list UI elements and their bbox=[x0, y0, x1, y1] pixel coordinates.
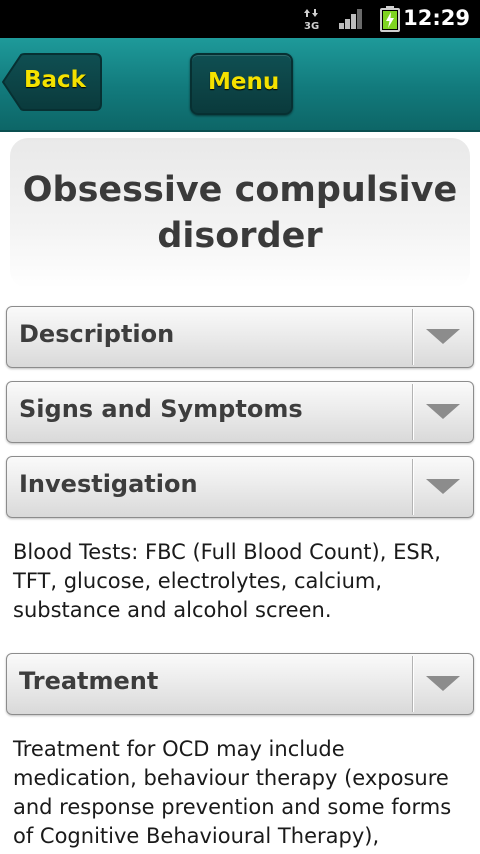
status-time: 12:29 bbox=[403, 6, 470, 30]
section-label: Investigation bbox=[19, 470, 198, 498]
back-button[interactable]: Back bbox=[2, 53, 102, 111]
section-signs-and-symptoms[interactable]: Signs and Symptoms bbox=[6, 381, 474, 443]
section-investigation[interactable]: Investigation bbox=[6, 456, 474, 518]
page-title: Obsessive compulsive disorder bbox=[22, 170, 458, 256]
3g-data-icon: 3G bbox=[304, 9, 319, 30]
battery-charging-icon bbox=[380, 6, 400, 32]
chevron-down-icon bbox=[426, 329, 460, 344]
chevron-down-icon bbox=[426, 676, 460, 691]
svg-text:3G: 3G bbox=[304, 21, 319, 30]
section-divider bbox=[412, 309, 413, 365]
status-bar: 3G 12:29 bbox=[0, 0, 480, 38]
section-label: Treatment bbox=[19, 667, 159, 695]
chevron-down-icon bbox=[426, 404, 460, 419]
section-divider bbox=[412, 459, 413, 515]
section-description[interactable]: Description bbox=[6, 306, 474, 368]
signal-strength-icon bbox=[339, 9, 362, 29]
treatment-content: Treatment for OCD may include medication… bbox=[13, 737, 452, 848]
section-treatment[interactable]: Treatment bbox=[6, 653, 474, 715]
toolbar: Back Menu bbox=[0, 38, 480, 132]
section-divider bbox=[412, 656, 413, 712]
investigation-content: Blood Tests: FBC (Full Blood Count), ESR… bbox=[13, 540, 441, 622]
section-divider bbox=[412, 384, 413, 440]
chevron-down-icon bbox=[426, 479, 460, 494]
menu-button[interactable]: Menu bbox=[190, 53, 293, 115]
section-label: Signs and Symptoms bbox=[19, 395, 303, 423]
menu-button-label: Menu bbox=[208, 69, 280, 95]
back-button-label: Back bbox=[24, 67, 86, 93]
title-card: Obsessive compulsive disorder bbox=[10, 138, 470, 288]
section-label: Description bbox=[19, 320, 175, 348]
